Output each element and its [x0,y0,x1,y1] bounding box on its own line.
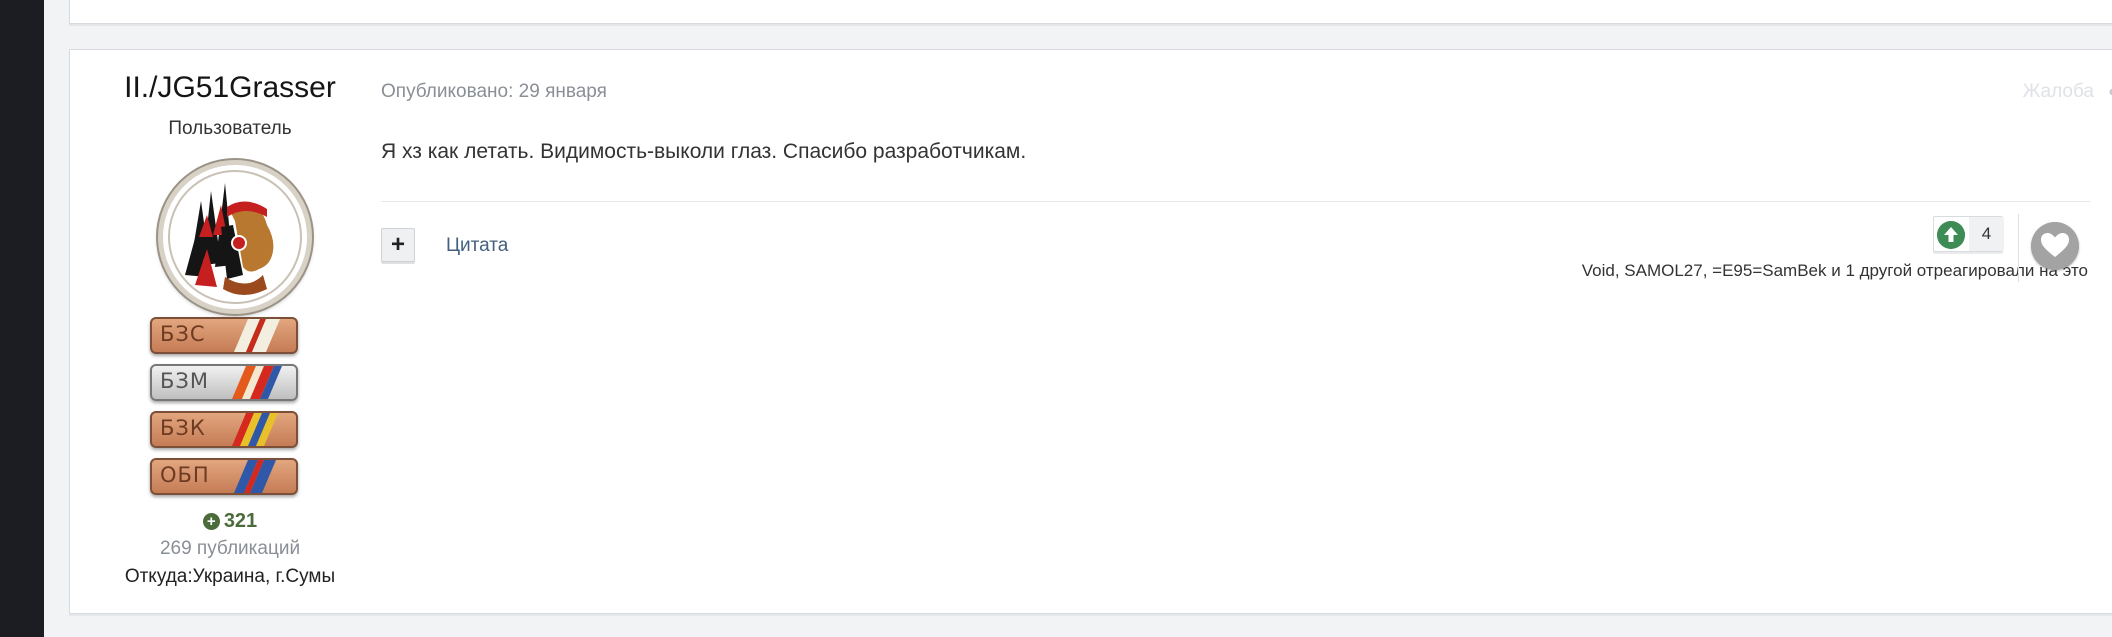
plus-circle-icon: + [202,513,220,530]
post-date[interactable]: Опубликовано: 29 января [381,81,607,103]
share-icon[interactable] [2108,81,2112,103]
previous-post-bottom [69,0,2112,24]
author-name[interactable]: II./JG51Grasser [94,71,366,105]
badge-label: ОБП [160,463,210,487]
reaction-count: 4 [1969,217,2004,251]
badge-stripes [234,319,280,352]
left-rail [0,0,44,637]
multiquote-button[interactable]: + [381,228,415,262]
forum-post: II./JG51Grasser Пользователь БЗС БЗМ БЗК… [69,49,2112,614]
badge-label: БЗК [160,416,206,440]
badge-stripes [232,366,282,399]
post-divider [381,201,2090,202]
report-link[interactable]: Жалоба [2023,81,2094,103]
badge-label: БЗС [160,322,206,346]
reaction-summary[interactable]: 4 [1933,216,2004,252]
post-content: Я хз как летать. Видимость-выколи глаз. … [381,140,1027,163]
reacted-by-text[interactable]: Void, SAMOL27, =E95=SamBek и 1 другой от… [1582,261,2088,281]
reputation[interactable]: +321 [94,510,366,533]
reaction-separator [2018,214,2019,282]
badge-bzm: БЗМ [150,364,298,401]
badge-stripes [234,460,276,493]
avatar[interactable] [158,160,312,314]
badge-obp: ОБП [150,458,298,495]
badge-bzk: БЗК [150,411,298,448]
posts-count: 269 публикаций [159,538,301,559]
author-location: Откуда:Украина, г.Сумы [124,566,336,587]
page-bottom-edge [69,614,2112,616]
author-role: Пользователь [168,118,292,139]
quote-button[interactable]: Цитата [446,235,508,257]
badge-label: БЗМ [160,369,209,393]
badge-bzs: БЗС [150,317,298,354]
heart-icon[interactable] [2031,222,2079,270]
chief-headdress-icon [168,170,302,304]
reputation-value: 321 [223,510,258,532]
badge-stripes [232,413,278,446]
upvote-icon [1937,221,1965,249]
